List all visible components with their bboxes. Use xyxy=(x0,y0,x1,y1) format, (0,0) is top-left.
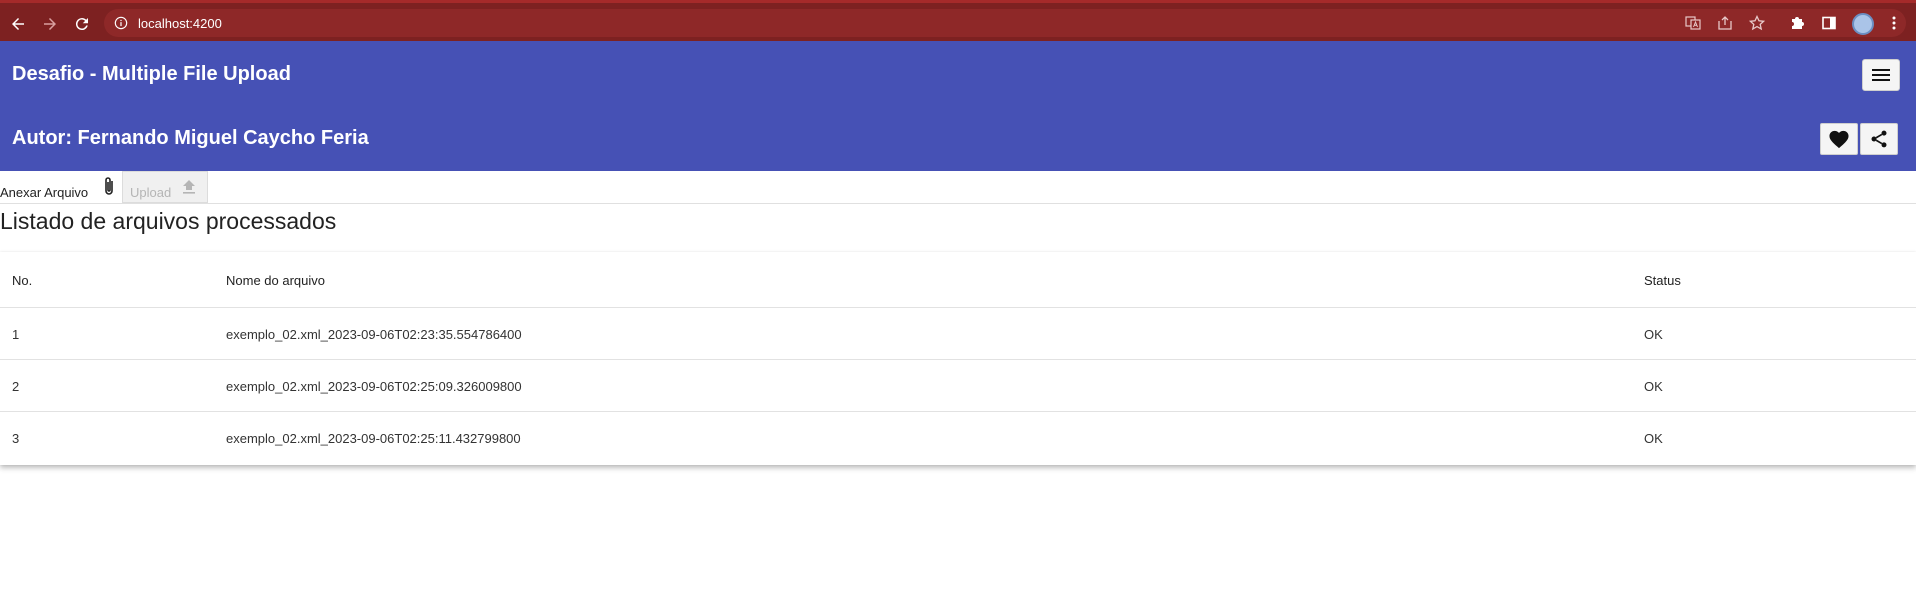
translate-button[interactable] xyxy=(1682,12,1704,34)
column-header-name: Nome do arquivo xyxy=(226,273,325,288)
reload-icon xyxy=(75,18,88,31)
upload-button[interactable]: Upload xyxy=(122,171,208,203)
puzzle-icon xyxy=(1792,17,1804,29)
row-file-name: exemplo_02.xml_2023-09-06T02:25:09.32600… xyxy=(226,379,522,394)
menu-button[interactable] xyxy=(1862,59,1900,91)
arrow-right-icon xyxy=(44,18,56,30)
side-panel-icon xyxy=(1822,16,1836,30)
column-header-status: Status xyxy=(1644,273,1681,288)
browser-menu-button[interactable] xyxy=(1883,12,1905,34)
row-number: 2 xyxy=(12,379,20,394)
share-page-icon xyxy=(1718,16,1732,30)
more-vertical-icon xyxy=(1892,16,1896,30)
upload-icon xyxy=(183,180,196,194)
processed-files-table: No. Nome do arquivo Status 1 exemplo_02.… xyxy=(0,252,1916,465)
arrow-left-icon xyxy=(12,18,24,30)
row-status: OK xyxy=(1644,431,1663,446)
upload-toolbar: Anexar Arquivo Upload xyxy=(0,171,1916,204)
info-icon[interactable] xyxy=(114,16,128,30)
url-text: localhost:4200 xyxy=(138,15,222,31)
row-file-name: exemplo_02.xml_2023-09-06T02:25:11.43279… xyxy=(226,431,521,446)
attach-file-label[interactable]: Anexar Arquivo xyxy=(0,185,88,200)
table-header-row: No. Nome do arquivo Status xyxy=(0,252,1916,308)
address-bar[interactable]: localhost:4200 xyxy=(104,9,1906,37)
share-icon xyxy=(1871,130,1887,148)
side-panel-button[interactable] xyxy=(1818,12,1840,34)
bookmark-button[interactable] xyxy=(1746,12,1768,34)
browser-toolbar: localhost:4200 xyxy=(0,0,1916,41)
favorite-button[interactable] xyxy=(1820,123,1858,155)
extensions-button[interactable] xyxy=(1786,12,1808,34)
table-row: 1 exemplo_02.xml_2023-09-06T02:23:35.554… xyxy=(0,308,1916,360)
heart-icon xyxy=(1829,130,1849,149)
profile-avatar[interactable] xyxy=(1852,13,1874,35)
reload-button[interactable] xyxy=(70,12,94,36)
app-header: Desafio - Multiple File Upload Autor: Fe… xyxy=(0,41,1916,171)
forward-button[interactable] xyxy=(38,12,62,36)
star-icon xyxy=(1749,15,1765,31)
table-row: 3 exemplo_02.xml_2023-09-06T02:25:11.432… xyxy=(0,412,1916,464)
author-label: Autor: Fernando Miguel Caycho Feria xyxy=(12,127,369,149)
row-status: OK xyxy=(1644,379,1663,394)
column-header-no: No. xyxy=(12,273,33,288)
paperclip-icon[interactable] xyxy=(100,175,118,199)
back-button[interactable] xyxy=(6,12,30,36)
translate-icon xyxy=(1685,16,1701,30)
share-page-button[interactable] xyxy=(1714,12,1736,34)
page-title: Desafio - Multiple File Upload xyxy=(12,63,291,85)
row-number: 3 xyxy=(12,431,20,446)
upload-button-label: Upload xyxy=(130,184,172,200)
row-status: OK xyxy=(1644,327,1663,342)
section-title: Listado de arquivos processados xyxy=(0,208,337,234)
table-row: 2 exemplo_02.xml_2023-09-06T02:25:09.326… xyxy=(0,360,1916,412)
hamburger-menu-icon xyxy=(1872,69,1890,81)
row-file-name: exemplo_02.xml_2023-09-06T02:23:35.55478… xyxy=(226,327,522,342)
share-button[interactable] xyxy=(1860,123,1898,155)
row-number: 1 xyxy=(12,327,20,342)
